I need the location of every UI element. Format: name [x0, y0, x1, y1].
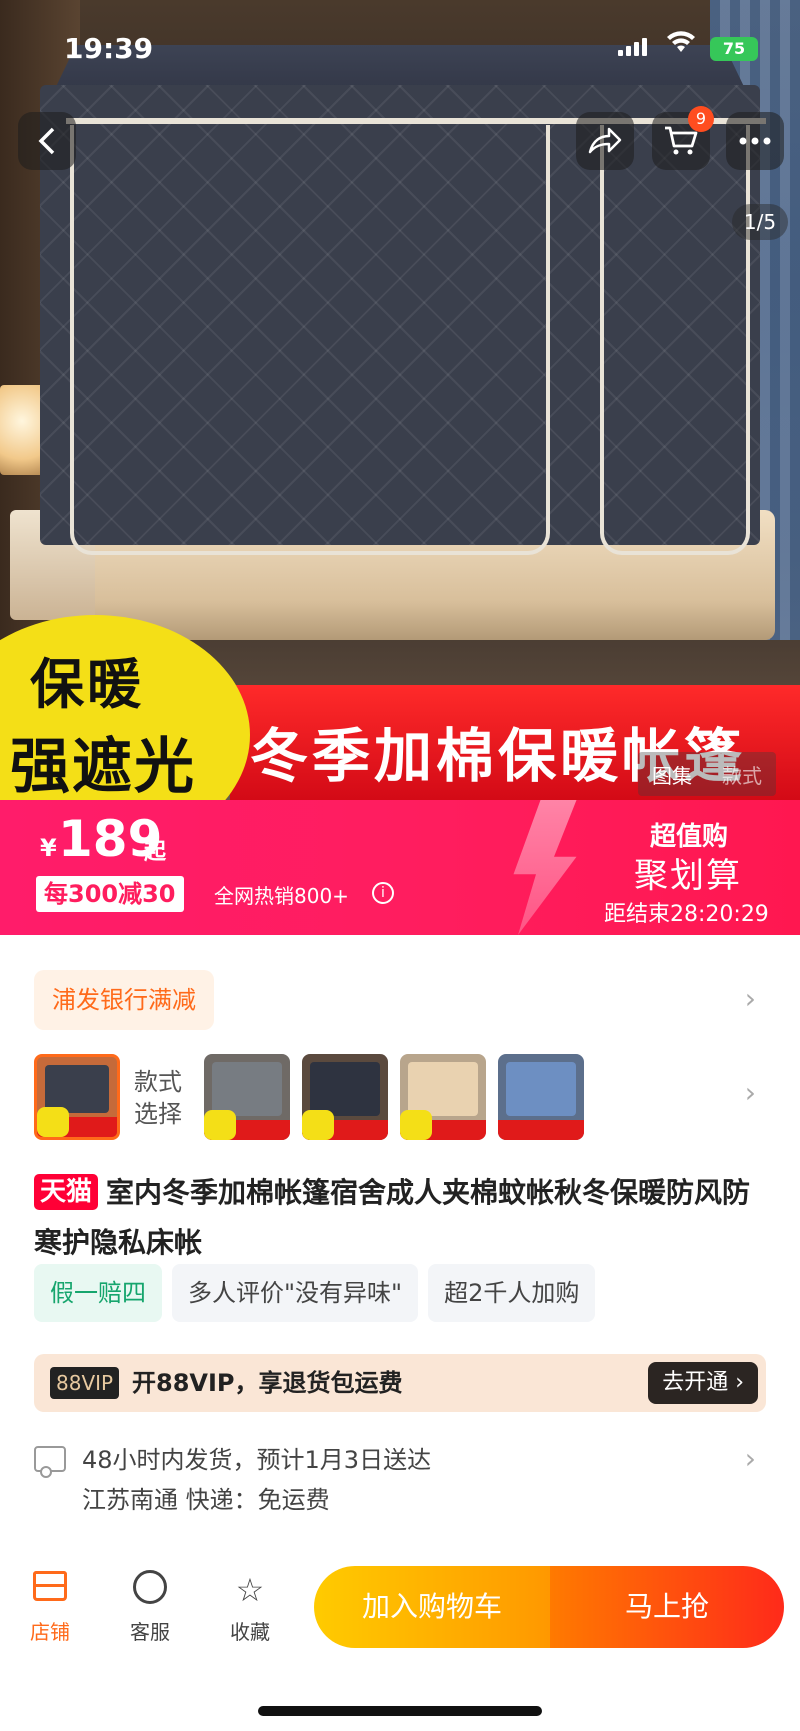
style-thumb[interactable] [498, 1054, 584, 1140]
bottom-action-bar: 店铺 客服 ☆ 收藏 加入购物车 马上抢 [0, 1560, 800, 1670]
info-icon[interactable]: i [372, 882, 394, 904]
status-bar: 19:39 75 [0, 0, 800, 95]
share-button[interactable] [576, 112, 634, 170]
service-icon [133, 1570, 167, 1604]
style-thumb[interactable] [34, 1054, 120, 1140]
image-tent-door-right [600, 125, 750, 555]
chevron-left-icon [38, 127, 55, 155]
shop-button[interactable]: 店铺 [10, 1570, 90, 1645]
vip-text: 开88VIP，享退货包运费 [132, 1369, 403, 1397]
bank-promo-chip[interactable]: 浦发银行满减 [34, 970, 214, 1030]
shipping-origin: 江苏南通 快递：免运费 [82, 1486, 330, 1514]
shop-icon [33, 1571, 67, 1601]
price-suffix: 起 [144, 840, 167, 865]
cart-adds-tag[interactable]: 超2千人加购 [428, 1264, 596, 1322]
tab-gallery[interactable]: 图集 [652, 760, 692, 789]
shipping-info[interactable]: 48小时内发货，预计1月3日送达 江苏南通 快递：免运费 › [0, 1440, 800, 1530]
more-icon [739, 137, 771, 145]
gallery-tabs: 图集 款式 [638, 752, 776, 796]
service-button[interactable]: 客服 [110, 1570, 190, 1645]
chevron-right-icon: › [744, 1076, 756, 1109]
review-tag[interactable]: 多人评价"没有异味" [172, 1264, 419, 1322]
image-page-indicator: 1/5 [732, 204, 788, 240]
service-label: 客服 [130, 1620, 170, 1644]
image-tent-door-left [70, 125, 550, 555]
product-title: 天猫 室内冬季加棉帐篷宿舍成人夹棉蚊帐秋冬保暖防风防寒护隐私床帐 [34, 1168, 774, 1268]
deal-countdown: 距结束28:20:29 [604, 902, 769, 927]
price-currency: ¥ [40, 834, 57, 862]
vip-badge: 88VIP [50, 1367, 120, 1399]
guarantee-tag[interactable]: 假一赔四 [34, 1264, 162, 1322]
shipping-eta: 48小时内发货，预计1月3日送达 [82, 1446, 432, 1474]
style-selector[interactable]: 款式选择 › [0, 1054, 800, 1140]
tmall-badge: 天猫 [34, 1174, 99, 1210]
back-button[interactable] [18, 112, 76, 170]
product-title-text: 室内冬季加棉帐篷宿舍成人夹棉蚊帐秋冬保暖防风防寒护隐私床帐 [34, 1176, 751, 1259]
buy-now-button[interactable]: 马上抢 [550, 1566, 784, 1648]
hero-badge-line1: 保暖 [30, 653, 144, 716]
wifi-icon [666, 30, 696, 61]
style-thumb[interactable] [302, 1054, 388, 1140]
add-to-cart-button[interactable]: 加入购物车 [314, 1566, 550, 1648]
cart-button[interactable]: 9 [652, 106, 714, 170]
more-button[interactable] [726, 112, 784, 170]
tab-styles[interactable]: 款式 [722, 760, 762, 789]
vip-bar[interactable]: 88VIP 开88VIP，享退货包运费 去开通 › [34, 1354, 766, 1412]
status-time: 19:39 [64, 32, 154, 65]
cart-badge: 9 [688, 106, 714, 132]
chevron-right-icon: › [744, 1442, 756, 1475]
deal-brand: 聚划算 [634, 856, 742, 896]
style-thumb[interactable] [400, 1054, 486, 1140]
lightning-icon [513, 800, 577, 935]
promo-row[interactable]: 浦发银行满减 › [0, 970, 800, 1030]
coupon-badge[interactable]: 每300减30 [36, 876, 184, 912]
home-indicator [258, 1706, 542, 1716]
price-band: ¥ 189 起 每300减30 全网热销800+ i 超值购 聚划算 距结束28… [0, 800, 800, 935]
star-icon: ☆ [235, 1571, 265, 1609]
sales-count: 全网热销800+ [214, 884, 349, 908]
share-icon [588, 127, 622, 154]
favorite-label: 收藏 [230, 1620, 270, 1644]
chevron-right-icon: › [744, 982, 756, 1015]
style-thumb[interactable] [204, 1054, 290, 1140]
style-label: 款式选择 [134, 1068, 182, 1128]
product-tags: 假一赔四 多人评价"没有异味" 超2千人加购 [34, 1264, 596, 1322]
truck-icon [34, 1446, 66, 1478]
signal-icon [618, 38, 647, 56]
hero-badge-line2: 强遮光 [10, 732, 196, 800]
vip-open-button[interactable]: 去开通 › [648, 1362, 758, 1404]
shop-label: 店铺 [30, 1620, 70, 1644]
favorite-button[interactable]: ☆ 收藏 [210, 1570, 290, 1645]
battery-icon: 75 [710, 37, 758, 61]
